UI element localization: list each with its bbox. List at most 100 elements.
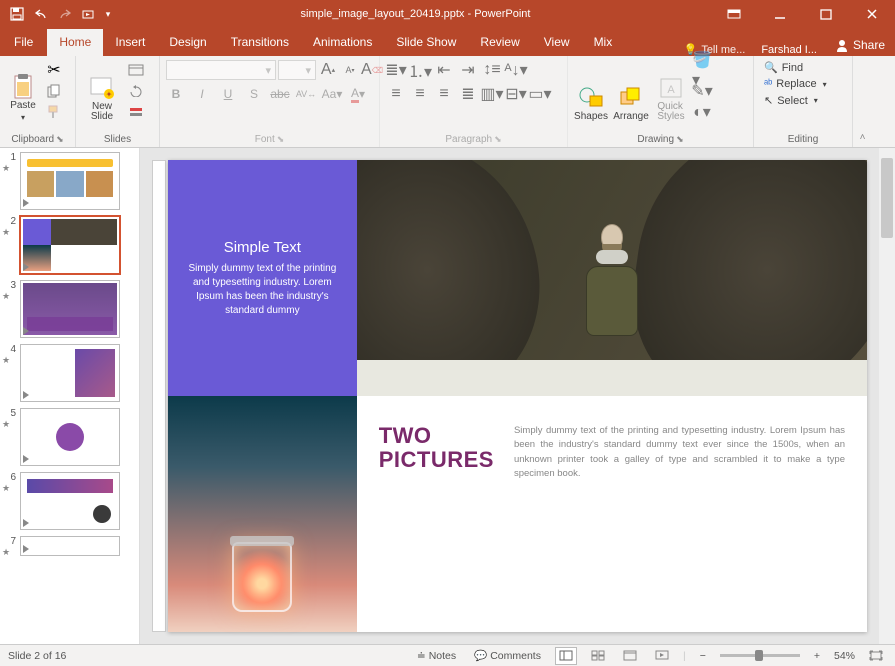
slide-thumbnail-7[interactable] <box>20 536 120 556</box>
change-case-icon[interactable]: Aa▾ <box>322 84 342 104</box>
notes-button[interactable]: ≐Notes <box>413 650 460 662</box>
slide-canvas-area: Simple Text Simply dummy text of the pri… <box>140 148 895 644</box>
increase-font-icon[interactable]: A▴ <box>318 60 338 80</box>
shadow-button[interactable]: S <box>244 84 264 104</box>
slide-sorter-view-icon[interactable] <box>587 647 609 665</box>
tab-file[interactable]: File <box>0 29 47 56</box>
fit-to-window-icon[interactable] <box>865 647 887 665</box>
replace-icon: ᵃᵇ <box>764 78 772 90</box>
font-size-combo[interactable]: ▾ <box>278 60 316 80</box>
strikethrough-button[interactable]: abc <box>270 84 290 104</box>
shape-outline-icon[interactable]: ✎▾ <box>692 81 712 101</box>
animation-star-icon: ★ <box>2 227 16 238</box>
bullets-icon[interactable]: ≣▾ <box>386 60 406 80</box>
tab-view[interactable]: View <box>532 29 582 56</box>
account-name[interactable]: Farshad I... <box>753 44 825 56</box>
vertical-ruler <box>152 160 166 632</box>
reading-view-icon[interactable] <box>619 647 641 665</box>
quick-styles-button[interactable]: A Quick Styles <box>652 58 690 124</box>
copy-icon[interactable] <box>44 81 64 101</box>
format-painter-icon[interactable] <box>44 102 64 122</box>
slide-thumbnail-6[interactable] <box>20 472 120 530</box>
select-button[interactable]: ↖Select▾ <box>760 93 822 108</box>
paste-button[interactable]: Paste▾ <box>4 58 42 124</box>
shape-fill-icon[interactable]: 🪣▾ <box>692 60 712 80</box>
tab-insert[interactable]: Insert <box>103 29 157 56</box>
minimize-button[interactable] <box>757 0 803 28</box>
title-bar: ▾ simple_image_layout_20419.pptx - Power… <box>0 0 895 28</box>
slide-counter[interactable]: Slide 2 of 16 <box>8 650 66 662</box>
animation-star-icon: ★ <box>2 163 16 174</box>
slide-content[interactable]: Simple Text Simply dummy text of the pri… <box>168 160 867 632</box>
text-direction-icon[interactable]: ᴬ↓▾ <box>506 60 526 80</box>
undo-icon[interactable] <box>30 3 52 25</box>
share-button[interactable]: Share <box>825 34 895 56</box>
slide-thumbnail-1[interactable] <box>20 152 120 210</box>
redo-icon[interactable] <box>54 3 76 25</box>
clear-formatting-icon[interactable]: A⌫ <box>362 60 382 80</box>
tab-animations[interactable]: Animations <box>301 29 384 56</box>
line-spacing-icon[interactable]: ↕≡ <box>482 60 502 80</box>
decrease-font-icon[interactable]: A▾ <box>340 60 360 80</box>
collapse-ribbon-button[interactable]: ˄ <box>852 56 872 147</box>
shape-effects-icon[interactable]: ◐▾ <box>692 102 712 122</box>
reset-icon[interactable] <box>126 81 146 101</box>
maximize-button[interactable] <box>803 0 849 28</box>
arrange-button[interactable]: Arrange <box>612 58 650 124</box>
save-icon[interactable] <box>6 3 28 25</box>
numbering-icon[interactable]: ⒈▾ <box>410 60 430 80</box>
tab-design[interactable]: Design <box>157 29 218 56</box>
slide-thumbnail-4[interactable] <box>20 344 120 402</box>
decrease-indent-icon[interactable]: ⇤ <box>434 60 454 80</box>
font-name-combo[interactable]: ▾ <box>166 60 276 80</box>
dialog-launcher-icon[interactable]: ⬊ <box>494 134 502 145</box>
vertical-scrollbar[interactable] <box>879 148 895 644</box>
dialog-launcher-icon[interactable]: ⬊ <box>56 134 64 145</box>
tab-transitions[interactable]: Transitions <box>219 29 301 56</box>
close-button[interactable] <box>849 0 895 28</box>
group-paragraph: ≣▾ ⒈▾ ⇤ ⇥ ↕≡ ᴬ↓▾ ≡ ≡ ≡ ≣ ▥▾ ⊟▾ ▭▾ Paragr… <box>380 56 568 147</box>
smartart-icon[interactable]: ▭▾ <box>530 84 550 104</box>
slide-thumbnail-5[interactable] <box>20 408 120 466</box>
find-button[interactable]: 🔍Find <box>760 60 807 75</box>
zoom-level[interactable]: 54% <box>834 650 855 662</box>
tell-me-search[interactable]: 💡Tell me... <box>676 43 754 56</box>
italic-button[interactable]: I <box>192 84 212 104</box>
dialog-launcher-icon[interactable]: ⬊ <box>676 134 684 145</box>
new-slide-button[interactable]: ✦ New Slide <box>80 58 124 124</box>
shapes-button[interactable]: Shapes <box>572 58 610 124</box>
align-center-icon[interactable]: ≡ <box>410 84 430 104</box>
normal-view-icon[interactable] <box>555 647 577 665</box>
align-left-icon[interactable]: ≡ <box>386 84 406 104</box>
animation-star-icon: ★ <box>2 419 16 430</box>
align-right-icon[interactable]: ≡ <box>434 84 454 104</box>
cut-icon[interactable]: ✂ <box>44 60 64 80</box>
layout-icon[interactable] <box>126 60 146 80</box>
tab-review[interactable]: Review <box>468 29 531 56</box>
dialog-launcher-icon[interactable]: ⬊ <box>277 134 285 145</box>
columns-icon[interactable]: ▥▾ <box>482 84 502 104</box>
comments-button[interactable]: 💬Comments <box>470 649 545 662</box>
slideshow-view-icon[interactable] <box>651 647 673 665</box>
qat-customize-icon[interactable]: ▾ <box>102 3 114 25</box>
zoom-out-button[interactable]: − <box>696 650 710 662</box>
font-color-icon[interactable]: A▾ <box>348 84 368 104</box>
animation-star-icon: ★ <box>2 355 16 366</box>
tab-home[interactable]: Home <box>47 29 103 56</box>
justify-icon[interactable]: ≣ <box>458 84 478 104</box>
underline-button[interactable]: U <box>218 84 238 104</box>
char-spacing-icon[interactable]: AV↔ <box>296 84 316 104</box>
increase-indent-icon[interactable]: ⇥ <box>458 60 478 80</box>
start-from-beginning-icon[interactable] <box>78 3 100 25</box>
zoom-in-button[interactable]: + <box>810 650 824 662</box>
ribbon-display-icon[interactable] <box>711 0 757 28</box>
align-text-icon[interactable]: ⊟▾ <box>506 84 526 104</box>
zoom-slider[interactable] <box>720 654 800 657</box>
tab-slideshow[interactable]: Slide Show <box>384 29 468 56</box>
slide-thumbnail-2[interactable] <box>20 216 120 274</box>
tab-mix[interactable]: Mix <box>582 29 625 56</box>
slide-thumbnail-3[interactable] <box>20 280 120 338</box>
bold-button[interactable]: B <box>166 84 186 104</box>
section-icon[interactable] <box>126 102 146 122</box>
replace-button[interactable]: ᵃᵇReplace▾ <box>760 77 831 91</box>
